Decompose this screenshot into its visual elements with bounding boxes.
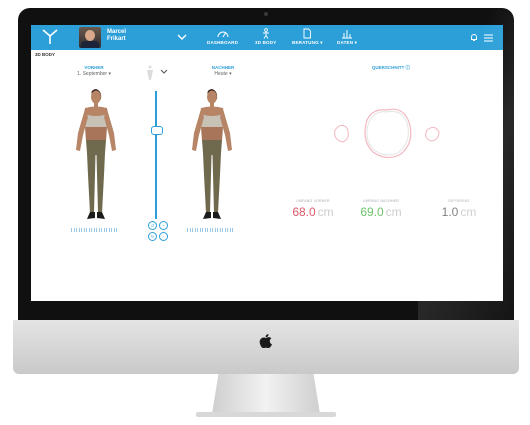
zoom-out-button[interactable]: − xyxy=(159,232,168,241)
body-outline-icon xyxy=(147,65,153,80)
rotate-right-button[interactable]: ↻ xyxy=(148,232,157,241)
chevron-down-icon[interactable] xyxy=(177,34,187,41)
body-icon xyxy=(262,28,269,39)
stat-label-before: UMFANG VORHER xyxy=(296,199,330,203)
zoom-in-button[interactable]: + xyxy=(159,221,168,230)
user-name[interactable]: Marcel Frikart xyxy=(107,29,126,43)
turntable-after xyxy=(187,228,233,232)
stat-value-after: 69.0 cm xyxy=(360,205,402,219)
after-date-select[interactable]: Heute ▾ xyxy=(188,71,258,77)
nav-dashboard[interactable]: DASHBOARD xyxy=(207,28,238,45)
top-right-icons xyxy=(470,33,493,42)
camera-dot xyxy=(264,12,268,16)
app-screen: Marcel Frikart DASHBOARD 3D BODY BERATUN… xyxy=(31,25,503,301)
nav-beratung[interactable]: BERATUNG ▾ xyxy=(292,28,323,46)
timeline-slider-thumb[interactable] xyxy=(151,126,163,135)
turntable-before xyxy=(71,228,117,232)
nav-daten[interactable]: DATEN ▾ xyxy=(337,28,357,46)
body-model-after[interactable] xyxy=(187,85,237,227)
chevron-down-icon[interactable] xyxy=(160,69,168,75)
rotate-left-button[interactable]: ↺ xyxy=(148,221,157,230)
before-title: VORHER xyxy=(84,65,104,70)
section-label: 3D BODY xyxy=(35,52,56,57)
stat-label-after: UMFANG NACHHER xyxy=(362,199,400,203)
before-date-select[interactable]: 1. September ▾ xyxy=(59,71,129,77)
body-model-before[interactable] xyxy=(71,85,121,227)
timeline-slider-track[interactable] xyxy=(155,91,157,219)
after-title: NACHHER xyxy=(211,65,235,70)
cross-section-view[interactable] xyxy=(323,100,453,180)
bell-icon[interactable] xyxy=(470,33,478,42)
chart-icon xyxy=(342,30,353,39)
monitor-stand xyxy=(212,374,320,414)
gauge-icon xyxy=(217,31,229,38)
stat-label-difference: DIFFERENZ xyxy=(448,199,470,203)
apple-logo-icon xyxy=(259,334,272,349)
brand-logo-icon[interactable] xyxy=(41,29,59,45)
avatar[interactable] xyxy=(79,27,101,48)
monitor-stand-base xyxy=(196,412,336,417)
cross-section-title: QUERSCHNITT ⓘ xyxy=(371,65,411,70)
menu-icon[interactable] xyxy=(484,34,493,42)
top-bar: Marcel Frikart DASHBOARD 3D BODY BERATUN… xyxy=(31,25,503,50)
stat-value-difference: 1.0 cm xyxy=(441,205,477,219)
stat-value-before: 68.0 cm xyxy=(292,205,334,219)
nav-3d-body[interactable]: 3D BODY xyxy=(255,28,276,45)
document-icon xyxy=(303,28,312,39)
